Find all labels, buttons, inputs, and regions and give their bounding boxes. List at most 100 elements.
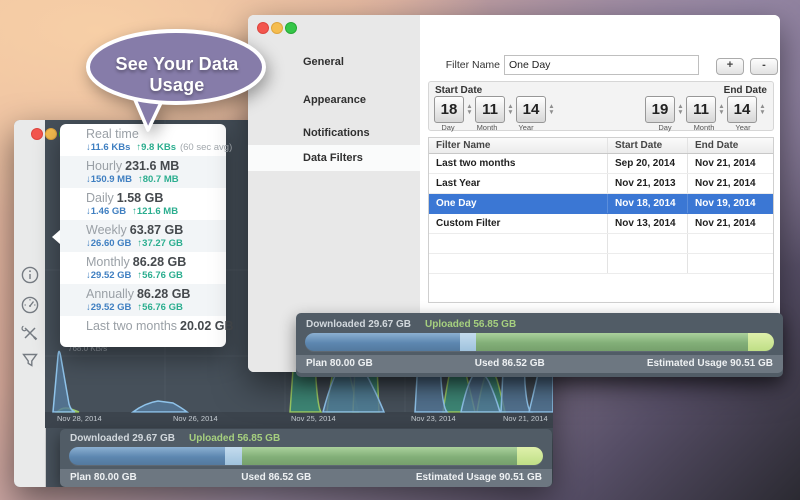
month-unit-label: Month: [690, 123, 718, 132]
stat-row-annually: Annually86.28 GB ↓29.52 GB↑56.76 GB: [60, 284, 226, 316]
plan-label: Plan 80.00 GB: [70, 472, 137, 483]
cell-filter-name: Last Year: [429, 174, 607, 193]
cell-start-date: Nov 18, 2014: [607, 194, 687, 213]
date-range-panel: Start Date End Date 18 ▲▼ 11 ▲▼ 14 ▲▼ Da…: [428, 81, 774, 131]
used-label: Used 86.52 GB: [241, 472, 311, 483]
filter-name-input[interactable]: [504, 55, 699, 75]
cell-end-date: Nov 21, 2014: [687, 214, 773, 233]
table-row[interactable]: Custom Filter Nov 13, 2014 Nov 21, 2014: [429, 214, 773, 234]
stat-row-monthly: Monthly86.28 GB ↓29.52 GB↑56.76 GB: [60, 252, 226, 284]
end-day-field[interactable]: 19: [645, 96, 675, 123]
stat-row-daily: Daily1.58 GB ↓1.46 GB↑121.6 MB: [60, 188, 226, 220]
minimize-button[interactable]: [45, 128, 57, 140]
nav-item-data-filters[interactable]: Data Filters: [248, 145, 420, 171]
stat-row-last-two-months: Last two months20.02 GB: [60, 316, 226, 343]
filter-name-label: Filter Name: [440, 59, 500, 71]
cell-start-date: Sep 20, 2014: [607, 154, 687, 173]
year-unit-label: Year: [512, 123, 540, 132]
table-row[interactable]: Last two months Sep 20, 2014 Nov 21, 201…: [429, 154, 773, 174]
up-value: 37.27 GB: [142, 238, 183, 249]
cell-filter-name: Last two months: [429, 154, 607, 173]
stat-label: Monthly: [86, 255, 130, 269]
callout-text: See Your Data Usage: [88, 54, 266, 96]
up-value: 121.6 MB: [137, 206, 178, 217]
start-date-units: Day Month Year: [434, 123, 551, 132]
bar-divider-segment: [225, 447, 242, 465]
column-header-start-date[interactable]: Start Date: [607, 138, 687, 153]
cell-start-date: Nov 13, 2014: [607, 214, 687, 233]
uploaded-label: Uploaded 56.85 GB: [189, 433, 280, 444]
bar-divider-segment: [460, 333, 476, 351]
up-value: 56.76 GB: [142, 302, 183, 313]
down-value: 29.52 GB: [91, 302, 132, 313]
stat-label: Annually: [86, 287, 134, 301]
stat-label: Daily: [86, 191, 114, 205]
cell-filter-name: One Day: [429, 194, 607, 213]
cell-end-date: Nov 21, 2014: [687, 174, 773, 193]
down-value: 29.52 GB: [91, 270, 132, 281]
plan-label: Plan 80.00 GB: [306, 358, 373, 369]
gauge-icon[interactable]: [20, 295, 40, 315]
stat-value: 63.87 GB: [130, 223, 184, 237]
day-unit-label: Day: [434, 123, 462, 132]
stat-value: 86.28 GB: [137, 287, 191, 301]
day-unit-label: Day: [651, 123, 679, 132]
end-month-down-icon[interactable]: ▼: [716, 110, 727, 116]
table-row-selected[interactable]: One Day Nov 18, 2014 Nov 19, 2014: [429, 194, 773, 214]
table-row-empty: [429, 254, 773, 274]
down-value: 11.6 KBs: [91, 142, 131, 153]
chart-x-label: Nov 21, 2014: [503, 414, 548, 423]
start-year-down-icon[interactable]: ▼: [546, 110, 557, 116]
end-day-down-icon[interactable]: ▼: [675, 110, 686, 116]
start-day-down-icon[interactable]: ▼: [464, 110, 475, 116]
uploaded-bar-segment: [476, 333, 748, 351]
close-button[interactable]: [31, 128, 43, 140]
stat-label: Weekly: [86, 223, 127, 237]
chart-x-label: Nov 28, 2014: [57, 414, 102, 423]
downloaded-bar-segment: [305, 333, 460, 351]
cell-start-date: Nov 21, 2013: [607, 174, 687, 193]
remove-filter-button[interactable]: -: [750, 58, 778, 75]
estimated-usage-label: Estimated Usage 90.51 GB: [416, 472, 542, 483]
column-header-filter-name[interactable]: Filter Name: [429, 138, 607, 153]
usage-summary-panel-front: Downloaded 29.67 GB Uploaded 56.85 GB Pl…: [60, 429, 552, 484]
start-date-label: Start Date: [435, 85, 482, 96]
end-month-field[interactable]: 11: [686, 96, 716, 123]
desktop: 768.0 KB/s Nov 28, 2014 Nov 26, 2014 Nov…: [0, 0, 800, 500]
usage-summary-panel-back: Downloaded 29.67 GB Uploaded 56.85 GB Pl…: [296, 313, 783, 377]
stat-label: Last two months: [86, 319, 177, 333]
end-date-steppers: 19 ▲▼ 11 ▲▼ 14 ▲▼: [645, 96, 768, 123]
estimated-usage-label: Estimated Usage 90.51 GB: [647, 358, 773, 369]
tools-icon[interactable]: [20, 323, 40, 343]
downloaded-label: Downloaded 29.67 GB: [70, 433, 175, 444]
stat-value: 86.28 GB: [133, 255, 187, 269]
column-header-end-date[interactable]: End Date: [687, 138, 773, 153]
start-day-field[interactable]: 18: [434, 96, 464, 123]
stat-label: Hourly: [86, 159, 122, 173]
end-year-down-icon[interactable]: ▼: [757, 110, 768, 116]
add-filter-button[interactable]: +: [716, 58, 744, 75]
chart-x-label: Nov 23, 2014: [411, 414, 456, 423]
end-year-field[interactable]: 14: [727, 96, 757, 123]
start-year-field[interactable]: 14: [516, 96, 546, 123]
downloaded-label: Downloaded 29.67 GB: [306, 319, 411, 330]
stat-value: 20.02 GB: [180, 319, 234, 333]
uploaded-label: Uploaded 56.85 GB: [425, 319, 516, 330]
start-month-field[interactable]: 11: [475, 96, 505, 123]
up-value: 9.8 KBs: [141, 142, 176, 153]
year-unit-label: Year: [729, 123, 757, 132]
chart-x-label: Nov 26, 2014: [173, 414, 218, 423]
callout-bubble: See Your Data Usage: [78, 26, 288, 138]
cell-end-date: Nov 19, 2014: [687, 194, 773, 213]
table-row[interactable]: Last Year Nov 21, 2013 Nov 21, 2014: [429, 174, 773, 194]
downloaded-bar-segment: [69, 447, 225, 465]
start-month-down-icon[interactable]: ▼: [505, 110, 516, 116]
usage-bar: [69, 447, 543, 465]
filters-table: Filter Name Start Date End Date Last two…: [428, 137, 774, 303]
info-icon[interactable]: [20, 265, 40, 285]
stat-value: 231.6 MB: [125, 159, 179, 173]
end-date-label: End Date: [724, 85, 767, 96]
filter-icon[interactable]: [20, 350, 40, 370]
start-date-steppers: 18 ▲▼ 11 ▲▼ 14 ▲▼: [434, 96, 557, 123]
up-value: 56.76 GB: [142, 270, 183, 281]
